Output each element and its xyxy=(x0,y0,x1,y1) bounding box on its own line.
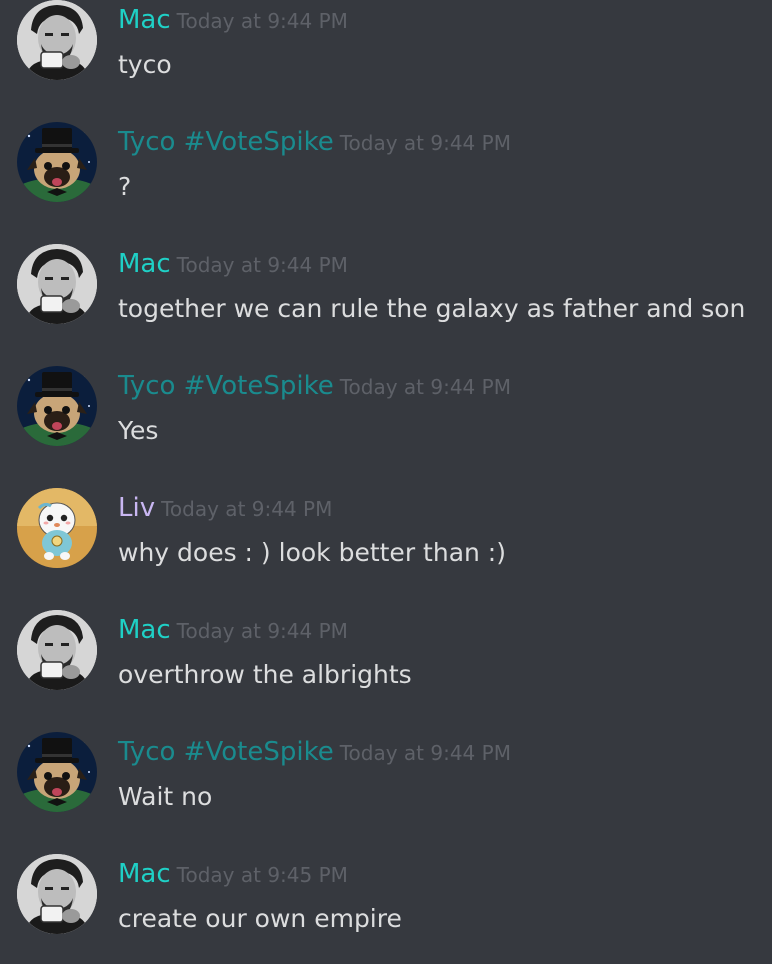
timestamp: Today at 9:44 PM xyxy=(339,131,511,155)
username-mac[interactable]: Mac xyxy=(118,5,171,35)
message-text: Yes xyxy=(118,416,159,445)
username-mac[interactable]: Mac xyxy=(118,249,171,279)
message-item: Mac Today at 9:44 PM overthrow the albrig… xyxy=(0,600,772,700)
message-header: Tyco #VoteSpike Today at 9:44 PM xyxy=(118,124,511,163)
pug-avatar[interactable] xyxy=(17,732,97,812)
message-item: Mac Today at 9:45 PM create our own empir… xyxy=(0,844,772,944)
message-item: Tyco #VoteSpike Today at 9:44 PM Yes xyxy=(0,356,772,456)
message-text: overthrow the albrights xyxy=(118,660,412,689)
message-item: Liv Today at 9:44 PM why does : ) look be… xyxy=(0,478,772,578)
message-header: Tyco #VoteSpike Today at 9:44 PM xyxy=(118,368,511,407)
timestamp: Today at 9:44 PM xyxy=(161,497,333,521)
message-text: tyco xyxy=(118,50,172,79)
username-liv[interactable]: Liv xyxy=(118,493,155,523)
timestamp: Today at 9:44 PM xyxy=(339,375,511,399)
message-text: Wait no xyxy=(118,782,213,811)
oshawott-avatar[interactable] xyxy=(17,488,97,568)
chat-messages: Mac Today at 9:44 PM tyco Tyco #VoteSpike… xyxy=(0,0,772,964)
mac-avatar[interactable] xyxy=(17,244,97,324)
message-item: Mac Today at 9:44 PM tyco xyxy=(0,0,772,90)
message-text: why does : ) look better than :) xyxy=(118,538,506,567)
pug-avatar[interactable] xyxy=(17,366,97,446)
timestamp: Today at 9:44 PM xyxy=(176,253,348,277)
username-tyco[interactable]: Tyco #VoteSpike xyxy=(118,737,334,767)
mac-avatar[interactable] xyxy=(17,0,97,80)
message-header: Tyco #VoteSpike Today at 9:44 PM xyxy=(118,734,511,773)
pug-avatar[interactable] xyxy=(17,122,97,202)
timestamp: Today at 9:44 PM xyxy=(339,741,511,765)
mac-avatar[interactable] xyxy=(17,854,97,934)
message-item: Tyco #VoteSpike Today at 9:44 PM Wait no xyxy=(0,722,772,822)
message-item: Mac Today at 9:44 PM together we can rule… xyxy=(0,234,772,334)
username-tyco[interactable]: Tyco #VoteSpike xyxy=(118,371,334,401)
message-header: Mac Today at 9:44 PM xyxy=(118,2,348,41)
timestamp: Today at 9:44 PM xyxy=(176,9,348,33)
message-text: together we can rule the galaxy as fathe… xyxy=(118,294,746,323)
timestamp: Today at 9:45 PM xyxy=(176,863,348,887)
mac-avatar[interactable] xyxy=(17,610,97,690)
message-item: Tyco #VoteSpike Today at 9:44 PM ? xyxy=(0,112,772,212)
username-mac[interactable]: Mac xyxy=(118,859,171,889)
message-header: Liv Today at 9:44 PM xyxy=(118,490,332,529)
message-header: Mac Today at 9:44 PM xyxy=(118,612,348,651)
message-header: Mac Today at 9:45 PM xyxy=(118,856,348,895)
username-mac[interactable]: Mac xyxy=(118,615,171,645)
message-header: Mac Today at 9:44 PM xyxy=(118,246,348,285)
message-text: create our own empire xyxy=(118,904,402,933)
timestamp: Today at 9:44 PM xyxy=(176,619,348,643)
message-text: ? xyxy=(118,172,132,201)
username-tyco[interactable]: Tyco #VoteSpike xyxy=(118,127,334,157)
